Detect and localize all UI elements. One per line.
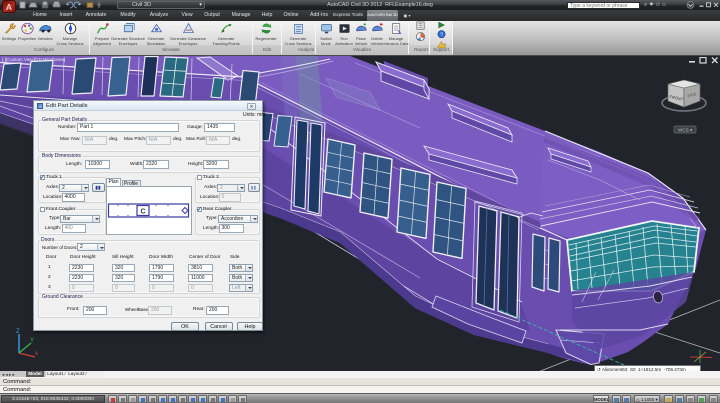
svg-text:?: ? bbox=[440, 32, 443, 38]
svg-text:WCS ▾: WCS ▾ bbox=[678, 128, 693, 133]
svg-text:Z: Z bbox=[16, 329, 20, 335]
svg-text:Y: Y bbox=[30, 338, 34, 344]
svg-text:C: C bbox=[141, 208, 146, 215]
svg-text:x: x bbox=[35, 351, 38, 357]
